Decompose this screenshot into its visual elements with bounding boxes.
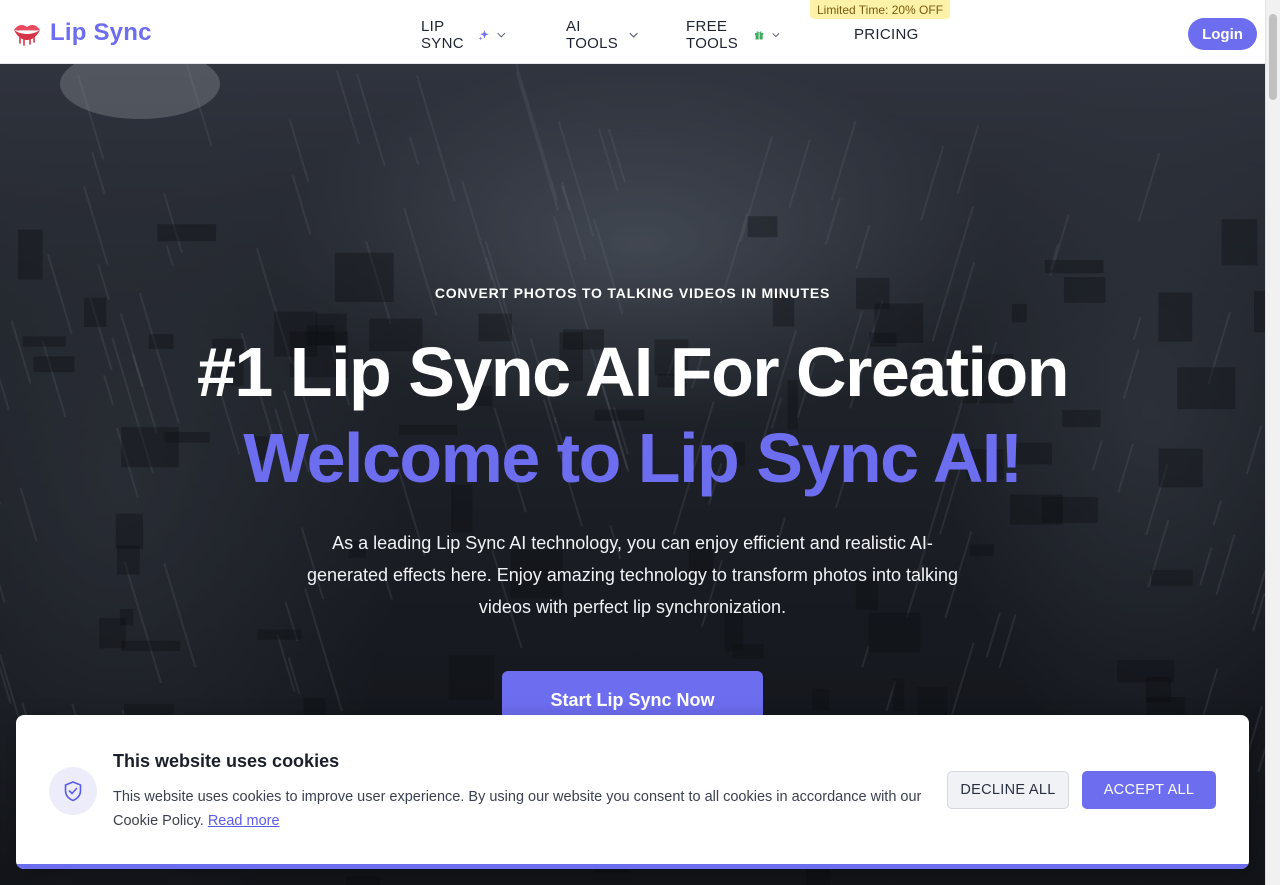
site-header: Lip Sync Limited Time: 20% OFF LIP SYNC … — [0, 0, 1265, 64]
cookie-icon-badge — [49, 767, 97, 815]
decline-all-button[interactable]: DECLINE ALL — [947, 771, 1069, 809]
page-scrollbar[interactable] — [1265, 0, 1280, 885]
cookie-accent-bar — [16, 864, 1249, 869]
gift-icon — [755, 31, 764, 40]
chevron-down-icon — [629, 32, 638, 38]
nav-lip-sync-label: LIP SYNC — [421, 18, 464, 52]
nav-ai-tools[interactable]: AI TOOLS — [566, 18, 638, 52]
scrollbar-thumb[interactable] — [1269, 14, 1277, 100]
sparkle-icon — [478, 29, 489, 41]
nav-pricing-label: PRICING — [854, 25, 919, 43]
lips-icon — [14, 25, 40, 46]
login-button[interactable]: Login — [1188, 18, 1257, 50]
hero-headline: #1 Lip Sync AI For Creation — [197, 333, 1069, 411]
cookie-title: This website uses cookies — [113, 751, 340, 771]
nav-lip-sync[interactable]: LIP SYNC — [421, 18, 506, 52]
cookie-banner: This website uses cookies This website u… — [16, 715, 1249, 869]
chevron-down-icon — [497, 32, 506, 38]
nav-pricing[interactable]: PRICING — [854, 23, 919, 45]
cookie-message: This website uses cookies to improve use… — [113, 785, 933, 833]
nav-free-tools[interactable]: FREE TOOLS — [686, 18, 780, 52]
promo-badge: Limited Time: 20% OFF — [810, 0, 951, 19]
brand-logo[interactable]: Lip Sync — [12, 16, 152, 50]
nav-free-tools-label: FREE TOOLS — [686, 18, 739, 52]
chevron-down-icon — [772, 33, 780, 38]
shield-check-icon — [64, 781, 82, 802]
nav-ai-tools-label: AI TOOLS — [566, 18, 619, 52]
hero-headline-accent: Welcome to Lip Sync AI! — [243, 419, 1023, 497]
hero-eyebrow: CONVERT PHOTOS TO TALKING VIDEOS IN MINU… — [434, 285, 831, 301]
hero-description: As a leading Lip Sync AI technology, you… — [306, 533, 959, 617]
accept-all-button[interactable]: ACCEPT ALL — [1082, 771, 1216, 809]
read-more-link[interactable]: Read more — [208, 813, 280, 829]
brand-name: Lip Sync — [50, 19, 152, 46]
